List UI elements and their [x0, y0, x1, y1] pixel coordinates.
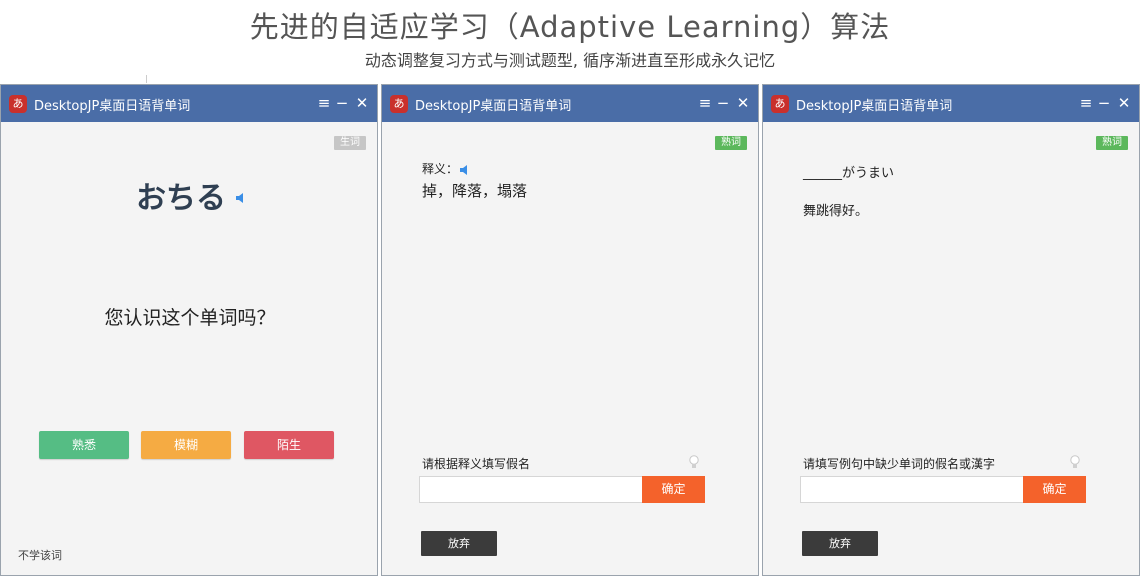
minimize-icon[interactable]: −	[1097, 94, 1111, 112]
vocab-word: おちる	[1, 173, 377, 217]
test-instruction: 请填写例句中缺少单词的假名或漢字	[803, 457, 996, 471]
lightbulb-icon[interactable]	[1070, 455, 1080, 470]
status-badge: 生词	[334, 136, 366, 150]
window-titlebar[interactable]: あ DesktopJP桌面日语背单词 ≡ − ✕	[1, 85, 377, 122]
meaning-label: 释义：	[422, 160, 468, 177]
window-titlebar[interactable]: あ DesktopJP桌面日语背单词 ≡ − ✕	[382, 85, 758, 122]
familiar-button[interactable]: 熟悉	[39, 431, 129, 459]
minimize-icon[interactable]: −	[716, 94, 730, 112]
window-title: DesktopJP桌面日语背单词	[34, 99, 191, 114]
app-logo-icon: あ	[9, 95, 27, 113]
lightbulb-icon[interactable]	[689, 455, 699, 470]
window-titlebar[interactable]: あ DesktopJP桌面日语背单词 ≡ − ✕	[763, 85, 1139, 122]
give-up-button[interactable]: 放弃	[802, 531, 878, 556]
app-window-sentence-test: あ DesktopJP桌面日语背单词 ≡ − ✕ 熟词 ______がうまい 舞…	[762, 84, 1140, 576]
app-window-recognition: あ DesktopJP桌面日语背单词 ≡ − ✕ 生词 おちる 您认识这个单词吗…	[0, 84, 378, 576]
minimize-icon[interactable]: −	[335, 94, 349, 112]
skip-word-link[interactable]: 不学该词	[18, 547, 62, 563]
app-logo-icon: あ	[771, 95, 789, 113]
close-icon[interactable]: ✕	[1117, 94, 1131, 112]
kana-answer-input[interactable]	[419, 476, 643, 503]
close-icon[interactable]: ✕	[355, 94, 369, 112]
confirm-button[interactable]: 确定	[1023, 476, 1086, 503]
window-title: DesktopJP桌面日语背单词	[415, 99, 572, 114]
menu-icon[interactable]: ≡	[317, 94, 331, 112]
give-up-button[interactable]: 放弃	[421, 531, 497, 556]
fuzzy-button[interactable]: 模糊	[141, 431, 231, 459]
test-instruction: 请根据释义填写假名	[422, 457, 531, 471]
headline: 先进的自适应学习（Adaptive Learning）算法	[249, 10, 891, 44]
menu-icon[interactable]: ≡	[698, 94, 712, 112]
word-answer-input[interactable]	[800, 476, 1024, 503]
subheadline: 动态调整复习方式与测试题型, 循序渐进直至形成永久记忆	[364, 51, 776, 70]
meaning-text: 掉，降落，塌落	[422, 182, 528, 200]
status-badge: 熟词	[1096, 136, 1128, 150]
recognition-question: 您认识这个单词吗？	[104, 307, 276, 329]
app-logo-icon: あ	[390, 95, 408, 113]
meaning-label-text: 释义：	[422, 162, 459, 176]
confirm-button[interactable]: 确定	[642, 476, 705, 503]
app-window-meaning-test: あ DesktopJP桌面日语背单词 ≡ − ✕ 熟词 释义： 掉，降落，塌落 …	[381, 84, 759, 576]
speaker-icon[interactable]	[236, 192, 244, 203]
unfamiliar-button[interactable]: 陌生	[244, 431, 334, 459]
example-sentence: ______がうまい	[803, 166, 895, 181]
close-icon[interactable]: ✕	[736, 94, 750, 112]
page: 先进的自适应学习（Adaptive Learning）算法 动态调整复习方式与测…	[0, 0, 1140, 579]
sentence-translation: 舞跳得好。	[803, 204, 869, 219]
divider-tick	[146, 75, 147, 83]
window-title: DesktopJP桌面日语背单词	[796, 99, 953, 114]
status-badge: 熟词	[715, 136, 747, 150]
vocab-word-text: おちる	[136, 181, 226, 216]
speaker-icon[interactable]	[460, 164, 468, 175]
menu-icon[interactable]: ≡	[1079, 94, 1093, 112]
